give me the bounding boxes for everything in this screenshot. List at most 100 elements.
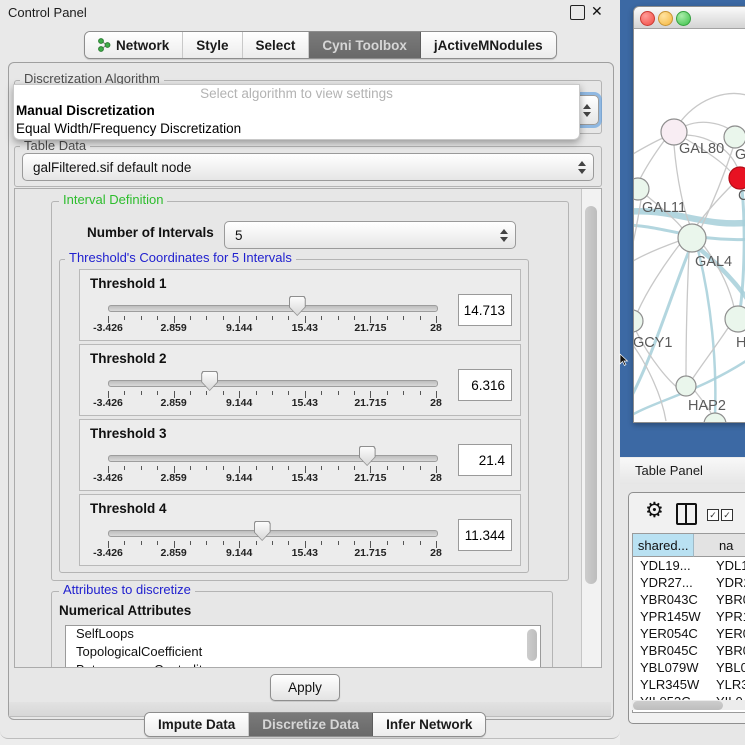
column-header-shared-name[interactable]: shared... (633, 534, 694, 557)
close-icon[interactable]: ✕ (591, 3, 603, 20)
slider-track[interactable] (108, 455, 438, 462)
cell-shared-name[interactable]: YLR345W (633, 676, 709, 693)
tab-discretize-data[interactable]: Discretize Data (249, 713, 373, 736)
list-item[interactable]: TopologicalCoefficient (66, 644, 540, 662)
network-window-titlebar[interactable] (634, 7, 745, 29)
slider-minor-tick (420, 391, 421, 395)
network-edge[interactable] (693, 328, 728, 378)
table-row[interactable]: YDR27...YDR2 (633, 574, 745, 591)
table-row[interactable]: YBL079WYBL0 (633, 659, 745, 676)
cell-shared-name[interactable]: YBR045C (633, 642, 709, 659)
table-row[interactable]: YBR043CYBR0 (633, 591, 745, 608)
tab-network[interactable]: Network (85, 32, 183, 58)
slider-minor-tick (256, 316, 257, 320)
number-of-intervals-combobox[interactable]: 5 (224, 221, 516, 249)
slider-tick-label: 28 (412, 397, 460, 409)
table-row[interactable]: YPR145WYPR1 (633, 608, 745, 625)
apply-button-label: Apply (288, 680, 322, 695)
table-row[interactable]: YER054CYER0 (633, 625, 745, 642)
checkbox-icon[interactable]: ✓ (707, 509, 719, 521)
slider-minor-tick (272, 541, 273, 545)
network-edge-highlighted[interactable] (698, 250, 715, 416)
slider-handle[interactable] (289, 296, 306, 316)
slider-track[interactable] (108, 305, 438, 312)
network-node[interactable] (634, 310, 643, 332)
tab-jactivemnodules[interactable]: jActiveMNodules (421, 32, 556, 58)
cell-name[interactable]: YDR2 (709, 574, 745, 591)
threshold-value-field[interactable]: 21.4 (458, 444, 512, 476)
network-node[interactable] (676, 376, 696, 396)
network-edge[interactable] (638, 244, 680, 311)
network-node[interactable] (724, 126, 745, 148)
slider-minor-tick (321, 391, 322, 395)
cell-shared-name[interactable]: YDL19... (633, 557, 709, 574)
slider-minor-tick (141, 466, 142, 470)
network-canvas[interactable]: GAL80GCGAL11GAL4GCY1HHAP2 (634, 29, 745, 422)
network-edge[interactable] (685, 122, 729, 129)
dropdown-prompt-item[interactable]: Select algorithm to view settings (14, 85, 579, 103)
settings-scrollbar-thumb[interactable] (585, 206, 597, 584)
network-node[interactable] (704, 413, 726, 422)
list-item[interactable]: BetweennessCentrality (66, 662, 540, 668)
network-edge[interactable] (634, 137, 665, 161)
slider-minor-tick (157, 541, 158, 545)
tab-label: Network (116, 38, 169, 53)
cell-shared-name[interactable]: YBR043C (633, 591, 709, 608)
network-edge[interactable] (697, 184, 733, 225)
gear-icon[interactable]: ⚙ (645, 500, 664, 521)
close-traffic-light-icon[interactable] (640, 11, 655, 26)
threshold-value-field[interactable]: 14.713 (458, 294, 512, 326)
threshold-value-field[interactable]: 6.316 (458, 369, 512, 401)
slider-track[interactable] (108, 380, 438, 387)
tab-style[interactable]: Style (183, 32, 242, 58)
cell-name[interactable]: YER0 (709, 625, 745, 642)
thresholds-group-label: Threshold's Coordinates for 5 Intervals (65, 251, 296, 265)
apply-button[interactable]: Apply (270, 674, 340, 701)
list-item[interactable]: SelfLoops (66, 626, 540, 644)
slider-minor-tick (354, 391, 355, 395)
slider-handle[interactable] (359, 446, 376, 466)
cell-name[interactable]: YBL0 (709, 659, 745, 676)
slider-handle[interactable] (254, 521, 271, 541)
network-node[interactable] (729, 167, 745, 189)
network-node[interactable] (634, 178, 649, 200)
zoom-traffic-light-icon[interactable] (676, 11, 691, 26)
cell-shared-name[interactable]: YER054C (633, 625, 709, 642)
tab-infer-network[interactable]: Infer Network (373, 713, 485, 736)
network-node[interactable] (678, 224, 706, 252)
cell-name[interactable]: YPR1 (709, 608, 745, 625)
minimize-traffic-light-icon[interactable] (658, 11, 673, 26)
cell-name[interactable]: YBR0 (709, 642, 745, 659)
cell-shared-name[interactable]: YPR145W (633, 608, 709, 625)
settings-scrollbar-track[interactable] (581, 189, 601, 667)
table-row[interactable]: YDL19...YDL1 (633, 557, 745, 574)
table-hscrollbar-thumb[interactable] (633, 701, 723, 710)
cell-name[interactable]: YDL1 (709, 557, 745, 574)
cell-name[interactable]: YLR3 (709, 676, 745, 693)
cell-shared-name[interactable]: YDR27... (633, 574, 709, 591)
slider-track[interactable] (108, 530, 438, 537)
threshold-value-field[interactable]: 11.344 (458, 519, 512, 551)
network-edge[interactable] (681, 93, 745, 121)
threshold-label: Threshold 1 (90, 276, 167, 291)
table-row[interactable]: YBR045CYBR0 (633, 642, 745, 659)
dropdown-option-equal-width[interactable]: Equal Width/Frequency Discretization (14, 121, 579, 139)
network-node[interactable] (725, 306, 745, 332)
column-layout-icon[interactable] (676, 503, 697, 525)
cell-name[interactable]: YBR0 (709, 591, 745, 608)
cell-shared-name[interactable]: YBL079W (633, 659, 709, 676)
column-header-name[interactable]: na (694, 534, 745, 557)
table-data-combobox[interactable]: galFiltered.sif default node (22, 153, 594, 181)
table-hscrollbar-track[interactable] (632, 700, 745, 710)
tab-impute-data[interactable]: Impute Data (145, 713, 249, 736)
float-window-icon[interactable] (570, 5, 585, 20)
tab-cyni-toolbox[interactable]: Cyni Toolbox (309, 32, 421, 58)
table-row[interactable]: YLR345WYLR3 (633, 676, 745, 693)
network-edge[interactable] (640, 141, 664, 179)
tab-select[interactable]: Select (243, 32, 310, 58)
checkbox-icon[interactable]: ✓ (721, 509, 733, 521)
list-scrollbar[interactable] (527, 629, 537, 661)
dropdown-option-manual-discretization[interactable]: Manual Discretization (14, 103, 579, 121)
slider-handle[interactable] (201, 371, 218, 391)
network-edge[interactable] (686, 252, 689, 376)
